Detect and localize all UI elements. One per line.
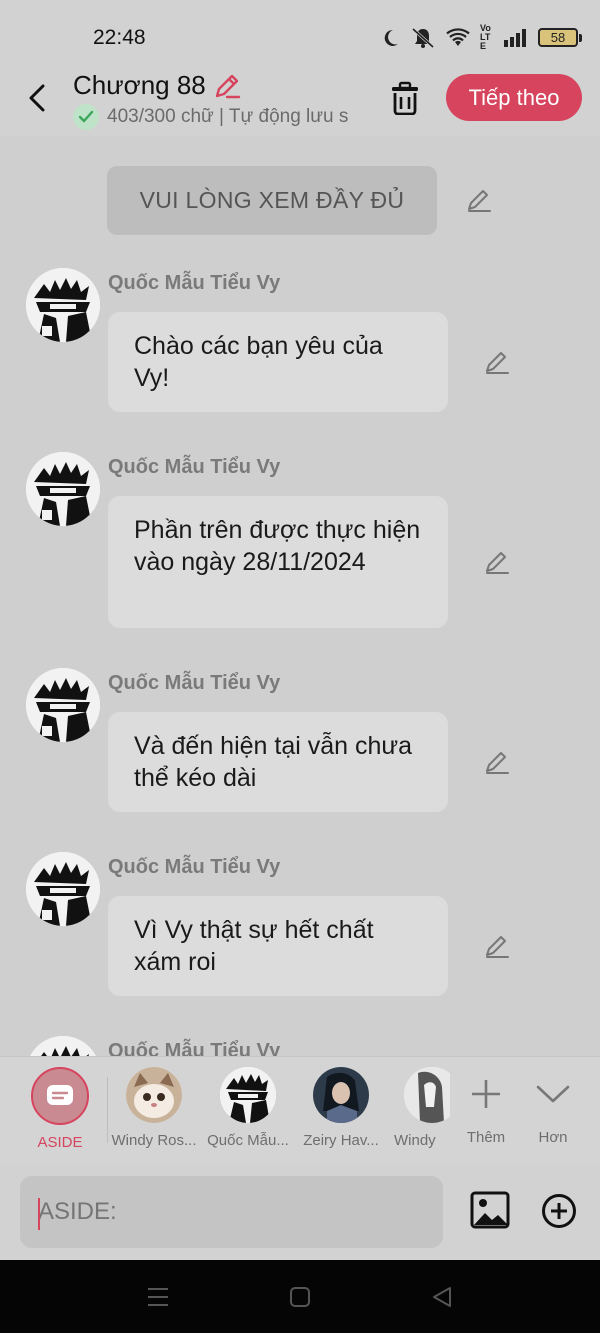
character-bar: ASIDE Windy Ros... Quốc Mẫu... Zeiry Hav… (0, 1056, 600, 1164)
character-aside[interactable]: ASIDE (15, 1067, 105, 1151)
title-row: Chương 88 (73, 70, 242, 101)
aside-avatar (31, 1067, 89, 1125)
home-button[interactable] (285, 1284, 315, 1310)
chat-bubble-icon (47, 1085, 73, 1105)
character-name: Windy Ros... (111, 1132, 197, 1149)
menu-icon (148, 1288, 168, 1306)
composer (0, 1164, 600, 1260)
battery-indicator: 58 (538, 28, 582, 47)
avatar[interactable] (26, 852, 100, 926)
trash-icon (392, 81, 418, 115)
edit-title-button[interactable] (212, 71, 242, 101)
avatar (126, 1067, 182, 1123)
avatar[interactable] (26, 452, 100, 526)
edit-message-button[interactable] (479, 928, 515, 964)
check-icon (73, 104, 99, 130)
avatar (220, 1067, 276, 1123)
battery-tip (579, 33, 582, 42)
message-bubble[interactable]: Chào các bạn yêu của Vy! (108, 312, 448, 412)
character-item[interactable]: Zeiry Hav... (296, 1067, 386, 1149)
home-square-icon (290, 1287, 310, 1307)
character-item[interactable]: Quốc Mẫu... (203, 1067, 293, 1149)
character-name: ASIDE (37, 1134, 83, 1151)
avatar[interactable] (26, 268, 100, 342)
image-icon (470, 1191, 510, 1229)
expand-label: Hơn (538, 1129, 568, 1146)
pencil-icon (486, 752, 509, 774)
message-bubble[interactable]: Phần trên được thực hiện vào ngày 28/11/… (108, 496, 448, 628)
chevron-down-icon (521, 1069, 585, 1119)
moon-icon (384, 29, 398, 46)
recents-button[interactable] (143, 1284, 173, 1310)
avatar[interactable] (26, 1036, 100, 1056)
signal-icon (504, 28, 526, 47)
edit-message-button[interactable] (479, 544, 515, 580)
system-back-button[interactable] (427, 1284, 457, 1310)
chapter-title: Chương 88 (73, 70, 206, 100)
delete-button[interactable] (388, 78, 422, 118)
add-character-button[interactable]: Thêm (454, 1069, 518, 1146)
add-character-label: Thêm (466, 1129, 506, 1146)
editor-header: Chương 88 403/300 chữ | Tự động lưu s Ti… (0, 60, 600, 136)
save-status: 403/300 chữ | Tự động lưu s (73, 104, 363, 130)
bell-off-icon (411, 27, 435, 48)
back-arrow-icon (29, 84, 45, 112)
plus-circle-icon (542, 1194, 576, 1228)
text-caret (38, 1198, 40, 1230)
narration-bubble[interactable]: VUI LÒNG XEM ĐẦY ĐỦ (107, 166, 437, 235)
insert-image-button[interactable] (470, 1190, 510, 1230)
character-item[interactable]: Windy (390, 1067, 450, 1149)
add-button[interactable] (540, 1192, 578, 1230)
message-bubble[interactable]: Vì Vy thật sự hết chất xám roi (108, 896, 448, 996)
edit-narration-button[interactable] (461, 182, 497, 218)
sender-name: Quốc Mẫu Tiểu Vy (108, 272, 281, 294)
character-name: Windy (394, 1132, 436, 1149)
message-input[interactable] (20, 1176, 443, 1248)
pencil-icon (486, 352, 509, 374)
chat-area[interactable]: VUI LÒNG XEM ĐẦY ĐỦ Quốc Mẫu Tiểu Vy Chà… (0, 136, 600, 1056)
back-button[interactable] (22, 78, 52, 118)
volte-label: VoLTE (480, 23, 491, 51)
avatar (404, 1067, 450, 1123)
sender-name: Quốc Mẫu Tiểu Vy (108, 1040, 281, 1056)
word-count-autosave: 403/300 chữ | Tự động lưu s (107, 106, 349, 127)
expand-characters-button[interactable]: Hơn (521, 1069, 585, 1146)
sender-name: Quốc Mẫu Tiểu Vy (108, 672, 281, 694)
pencil-icon (215, 74, 240, 98)
status-time: 22:48 (93, 26, 146, 49)
system-nav-bar (0, 1260, 600, 1333)
avatar (313, 1067, 369, 1123)
status-icons: VoLTE 58 (380, 24, 582, 51)
plus-icon (454, 1069, 518, 1119)
divider (107, 1077, 108, 1143)
sender-name: Quốc Mẫu Tiểu Vy (108, 856, 281, 878)
back-triangle-icon (433, 1287, 451, 1307)
message-bubble[interactable]: Và đến hiện tại vẫn chưa thể kéo dài (108, 712, 448, 812)
sender-name: Quốc Mẫu Tiểu Vy (108, 456, 281, 478)
pencil-icon (486, 936, 509, 958)
pencil-icon (486, 552, 509, 574)
edit-message-button[interactable] (479, 344, 515, 380)
avatar[interactable] (26, 668, 100, 742)
edit-message-button[interactable] (479, 744, 515, 780)
battery-level: 58 (538, 28, 578, 47)
character-item[interactable]: Windy Ros... (109, 1067, 199, 1149)
character-name: Zeiry Hav... (303, 1132, 379, 1149)
pencil-icon (468, 190, 491, 212)
wifi-icon (446, 27, 470, 46)
character-name: Quốc Mẫu... (207, 1132, 289, 1149)
next-button[interactable]: Tiếp theo (446, 74, 582, 121)
